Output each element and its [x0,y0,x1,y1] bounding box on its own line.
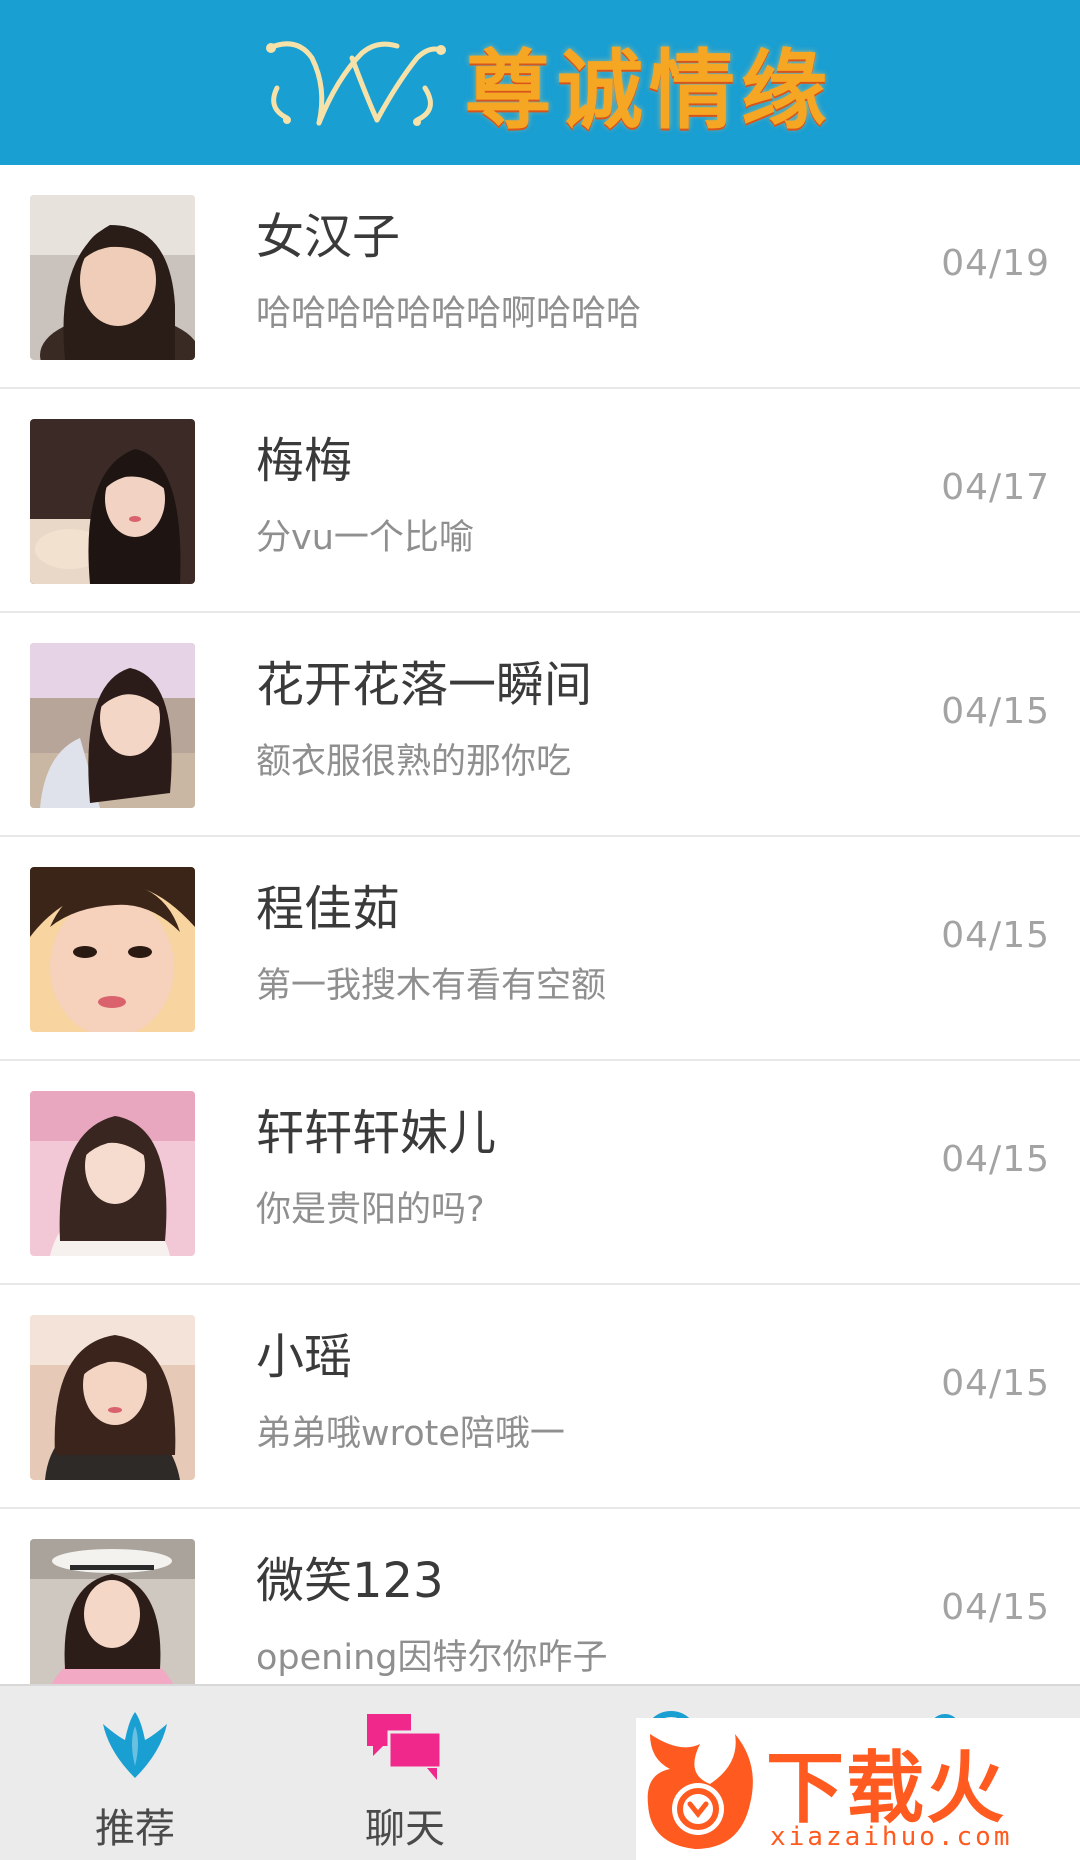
message-date: 04/15 [941,915,1050,956]
contact-name: 程佳茹 [256,881,401,937]
message-date: 04/15 [941,1363,1050,1404]
message-date: 04/15 [941,1587,1050,1628]
contact-name: 微笑123 [256,1553,444,1609]
conversation-row[interactable]: 小瑶 弟弟哦wrote陪哦一 04/15 [0,1285,1080,1509]
app-header: 尊诚情缘 [0,0,1080,165]
watermark-url: xiazaihuo.com [770,1822,1013,1852]
last-message: 额衣服很熟的那你吃 [256,742,572,782]
app-logo: 尊诚情缘 [257,20,833,145]
chat-bubbles-icon [367,1714,443,1780]
last-message: 第一我搜木有看有空额 [256,966,607,1006]
logo-emblem-icon [266,40,446,126]
conversation-row[interactable]: 梅梅 分vu一个比喻 04/17 [0,389,1080,613]
message-date: 04/17 [941,467,1050,508]
last-message: 弟弟哦wrote陪哦一 [256,1414,565,1454]
avatar[interactable] [30,1315,195,1480]
contact-name: 小瑶 [256,1329,353,1385]
message-date: 04/15 [941,691,1050,732]
nav-label: 聊天 [365,1806,445,1852]
message-date: 04/19 [941,243,1050,284]
flame-logo-icon [647,1734,753,1849]
avatar[interactable] [30,867,195,1032]
nav-label: 推荐 [95,1806,175,1852]
avatar[interactable] [30,1539,195,1685]
app-title: 尊诚情缘 [465,40,833,141]
site-watermark: 下载火 xiazaihuo.com [636,1718,1080,1860]
contact-name: 花开花落一瞬间 [256,657,593,713]
last-message: opening因特尔你咋子 [256,1638,608,1678]
last-message: 你是贵阳的吗? [256,1190,485,1230]
avatar[interactable] [30,419,195,584]
tulip-icon [103,1712,167,1778]
avatar[interactable] [30,195,195,360]
conversation-row[interactable]: 程佳茹 第一我搜木有看有空额 04/15 [0,837,1080,1061]
conversation-row[interactable]: 女汉子 哈哈哈哈哈哈哈啊哈哈哈 04/19 [0,165,1080,389]
conversation-row[interactable]: 微笑123 opening因特尔你咋子 04/15 [0,1509,1080,1685]
nav-chat[interactable]: 聊天 [270,1686,540,1860]
avatar[interactable] [30,643,195,808]
conversation-row[interactable]: 轩轩轩妹儿 你是贵阳的吗? 04/15 [0,1061,1080,1285]
contact-name: 轩轩轩妹儿 [256,1105,497,1161]
conversation-row[interactable]: 花开花落一瞬间 额衣服很熟的那你吃 04/15 [0,613,1080,837]
app-root: 尊诚情缘 女汉子 哈哈哈哈哈哈哈啊哈哈哈 04/19 梅梅 分vu一个比喻 04… [0,0,1080,1860]
message-date: 04/15 [941,1139,1050,1180]
nav-recommend[interactable]: 推荐 [0,1686,270,1860]
contact-name: 梅梅 [256,433,353,489]
last-message: 哈哈哈哈哈哈哈啊哈哈哈 [256,294,642,334]
conversation-list[interactable]: 女汉子 哈哈哈哈哈哈哈啊哈哈哈 04/19 梅梅 分vu一个比喻 04/17 花… [0,165,1080,1685]
contact-name: 女汉子 [256,209,401,265]
avatar[interactable] [30,1091,195,1256]
last-message: 分vu一个比喻 [256,518,474,558]
